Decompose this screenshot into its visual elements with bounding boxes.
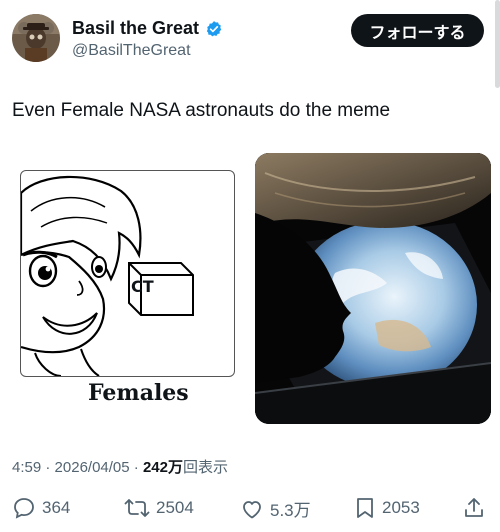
meta-separator-2: · <box>133 459 139 476</box>
like-button[interactable]: 5.3万 <box>240 496 311 521</box>
share-icon <box>465 498 483 517</box>
reply-icon <box>14 498 34 519</box>
tweet-date[interactable]: 2026/04/05 <box>55 459 130 476</box>
like-count: 5.3万 <box>270 501 311 520</box>
bookmark-count: 2053 <box>382 498 420 517</box>
follow-button[interactable]: フォローする <box>351 14 484 47</box>
author-name[interactable]: Basil the Great <box>72 18 199 39</box>
meme-image[interactable]: CT <box>20 170 235 377</box>
bookmark-icon <box>357 498 373 518</box>
astronaut-photo-image <box>255 153 491 424</box>
repost-button[interactable]: 2504 <box>124 496 194 520</box>
meme-box-label: CT <box>131 277 154 296</box>
repost-icon <box>124 499 150 517</box>
author-handle[interactable]: @BasilTheGreat <box>72 42 191 60</box>
reply-count: 364 <box>42 498 71 517</box>
scrollbar[interactable] <box>495 0 500 88</box>
meta-separator-1: · <box>45 459 51 476</box>
heart-icon <box>243 500 261 518</box>
astronaut-photo[interactable] <box>255 153 491 424</box>
tweet-meta: 4:59 · 2026/04/05 · 242万回表示 <box>12 456 228 477</box>
author-name-row[interactable]: Basil the Great <box>72 18 223 39</box>
tweet-text: Even Female NASA astronauts do the meme <box>12 100 391 121</box>
meme-drawing <box>21 175 194 376</box>
avatar[interactable] <box>12 14 60 62</box>
tweet-time[interactable]: 4:59 <box>12 459 41 476</box>
avatar-image <box>12 14 60 62</box>
repost-count: 2504 <box>156 498 194 517</box>
meme-caption: Females <box>88 380 189 406</box>
share-button[interactable] <box>462 496 486 520</box>
bookmark-button[interactable]: 2053 <box>354 496 420 520</box>
verified-badge-icon <box>206 20 222 36</box>
reply-button[interactable]: 364 <box>12 496 70 520</box>
view-count: 242万 <box>142 459 183 476</box>
view-count-suffix: 回表示 <box>183 458 229 476</box>
